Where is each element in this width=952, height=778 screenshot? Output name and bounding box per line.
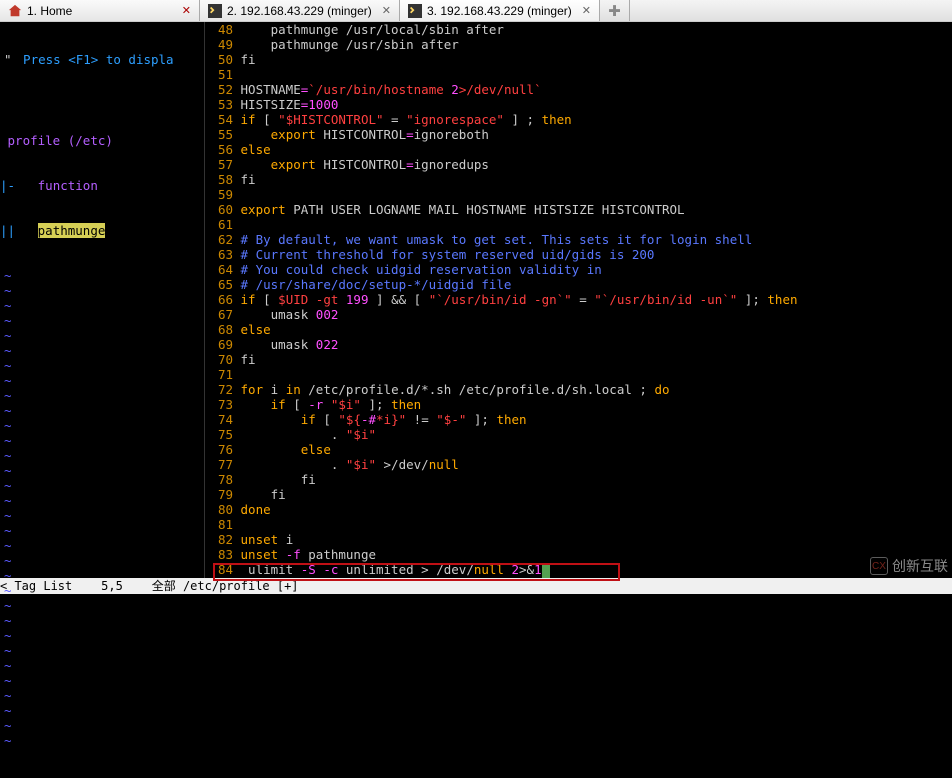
watermark: CX 创新互联	[870, 556, 948, 576]
tab-label: 1. Home	[27, 4, 72, 18]
code-line[interactable]: 76 else	[205, 442, 952, 457]
code-line[interactable]: 54 if [ "$HISTCONTROL" = "ignorespace" ]…	[205, 112, 952, 127]
code-line[interactable]: 81	[205, 517, 952, 532]
code-line[interactable]: 49 pathmunge /usr/sbin after	[205, 37, 952, 52]
code-line[interactable]: 52 HOSTNAME=`/usr/bin/hostname 2>/dev/nu…	[205, 82, 952, 97]
code-line[interactable]: 57 export HISTCONTROL=ignoredups	[205, 157, 952, 172]
tab-session-1[interactable]: 2. 192.168.43.229 (minger) ✕	[200, 0, 400, 21]
watermark-text: 创新互联	[892, 556, 948, 576]
terminal-icon	[408, 4, 422, 18]
code-line[interactable]: 80 done	[205, 502, 952, 517]
code-line[interactable]: 73 if [ -r "$i" ]; then	[205, 397, 952, 412]
new-tab-button[interactable]: ✚	[600, 0, 630, 21]
hint-text: Press <F1> to displa	[16, 52, 174, 67]
code-line[interactable]: 50 fi	[205, 52, 952, 67]
code-line[interactable]: 64 # You could check uidgid reservation …	[205, 262, 952, 277]
code-line[interactable]: 78 fi	[205, 472, 952, 487]
close-icon[interactable]: ✕	[582, 4, 591, 17]
outline-function[interactable]: |- function	[0, 178, 204, 193]
code-line[interactable]: 58 fi	[205, 172, 952, 187]
code-line[interactable]: 82 unset i	[205, 532, 952, 547]
code-line[interactable]: 67 umask 002	[205, 307, 952, 322]
tab-label: 2. 192.168.43.229 (minger)	[227, 4, 372, 18]
code-line[interactable]: 61	[205, 217, 952, 232]
code-line[interactable]: 75 . "$i"	[205, 427, 952, 442]
close-icon[interactable]: ✕	[382, 4, 391, 17]
tab-home[interactable]: 1. Home ✕	[0, 0, 200, 21]
code-line[interactable]: 79 fi	[205, 487, 952, 502]
watermark-logo: CX	[870, 557, 888, 575]
editor-area: " Press <F1> to displa profile (/etc) |-…	[0, 22, 952, 578]
code-line[interactable]: 53 HISTSIZE=1000	[205, 97, 952, 112]
code-line[interactable]: 48 pathmunge /usr/local/sbin after	[205, 22, 952, 37]
terminal-icon	[208, 4, 222, 18]
home-icon	[8, 4, 22, 18]
code-line[interactable]: 71	[205, 367, 952, 382]
outline-pathmunge[interactable]: || pathmunge	[0, 223, 204, 238]
code-line[interactable]: 51	[205, 67, 952, 82]
code-line[interactable]: 84 ulimit -S -c unlimited > /dev/null 2>…	[205, 562, 952, 577]
code-line[interactable]: 56 else	[205, 142, 952, 157]
code-line[interactable]: 65 # /usr/share/doc/setup-*/uidgid file	[205, 277, 952, 292]
status-bar: < Tag List 5,5 全部 /etc/profile [+]	[0, 578, 952, 594]
tab-session-2[interactable]: 3. 192.168.43.229 (minger) ✕	[400, 0, 600, 21]
code-line[interactable]: 74 if [ "${-#*i}" != "$-" ]; then	[205, 412, 952, 427]
tab-bar: 1. Home ✕ 2. 192.168.43.229 (minger) ✕ 3…	[0, 0, 952, 22]
code-line[interactable]: 77 . "$i" >/dev/null	[205, 457, 952, 472]
code-line[interactable]: 59	[205, 187, 952, 202]
outline-pane[interactable]: " Press <F1> to displa profile (/etc) |-…	[0, 22, 205, 578]
outline-root[interactable]: profile (/etc)	[0, 133, 204, 148]
cursor	[542, 564, 550, 578]
code-line[interactable]: 69 umask 022	[205, 337, 952, 352]
code-line[interactable]: 70 fi	[205, 352, 952, 367]
code-line[interactable]: 62 # By default, we want umask to get se…	[205, 232, 952, 247]
code-line[interactable]: 66 if [ $UID -gt 199 ] && [ "`/usr/bin/i…	[205, 292, 952, 307]
code-line[interactable]: 60 export PATH USER LOGNAME MAIL HOSTNAM…	[205, 202, 952, 217]
code-line[interactable]: 72 for i in /etc/profile.d/*.sh /etc/pro…	[205, 382, 952, 397]
plus-icon: ✚	[608, 2, 621, 20]
tab-label: 3. 192.168.43.229 (minger)	[427, 4, 572, 18]
close-icon[interactable]: ✕	[182, 4, 191, 17]
code-line[interactable]: 83 unset -f pathmunge	[205, 547, 952, 562]
code-pane[interactable]: 48 pathmunge /usr/local/sbin after49 pat…	[205, 22, 952, 578]
code-line[interactable]: 63 # Current threshold for system reserv…	[205, 247, 952, 262]
code-line[interactable]: 68 else	[205, 322, 952, 337]
code-line[interactable]: 55 export HISTCONTROL=ignoreboth	[205, 127, 952, 142]
